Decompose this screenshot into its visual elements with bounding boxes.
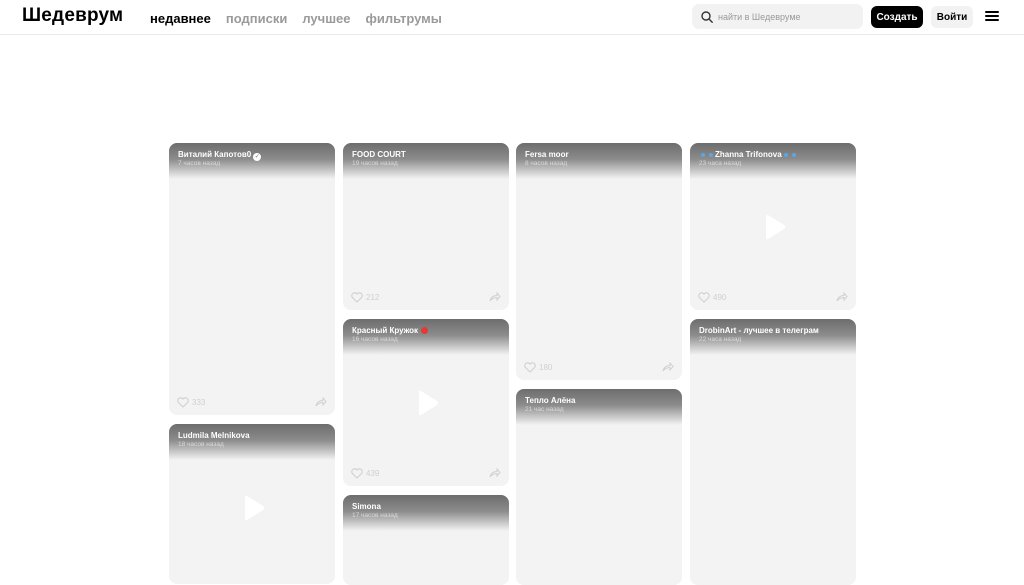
like-count: 439 <box>366 468 380 478</box>
feed-card[interactable]: Ludmila Melnikova 18 часов назад <box>169 424 335 584</box>
feed-card[interactable]: Красный Кружок 16 часов назад 439 <box>343 319 509 486</box>
nav-tab-filters[interactable]: фильтрумы <box>366 11 442 26</box>
red-circle-icon <box>421 327 429 334</box>
like-button[interactable]: 180 <box>524 361 553 373</box>
search-input[interactable] <box>718 11 858 22</box>
card-author[interactable]: FOOD COURT <box>352 150 406 159</box>
card-time: 21 час назад <box>525 406 564 413</box>
like-button[interactable]: 439 <box>351 467 380 479</box>
feed-card[interactable]: Виталий Капотов0 ✓ 7 часов назад 333 <box>169 143 335 415</box>
play-icon[interactable] <box>411 388 441 418</box>
feed-card[interactable]: Simona 17 часов назад <box>343 495 509 585</box>
like-count: 212 <box>366 292 380 302</box>
search-icon <box>701 10 713 23</box>
feed-card[interactable]: FOOD COURT 19 часов назад 212 <box>343 143 509 310</box>
card-time: 19 часов назад <box>352 160 398 167</box>
nav-tab-recent[interactable]: недавнее <box>150 11 211 26</box>
card-time: 17 часов назад <box>352 512 398 519</box>
site-logo[interactable]: Шедеврум <box>22 5 123 27</box>
like-count: 333 <box>192 397 206 407</box>
heart-icon <box>524 361 536 373</box>
like-count: 490 <box>713 292 727 302</box>
blue-dot-icon <box>791 153 796 157</box>
play-icon[interactable] <box>237 493 267 523</box>
card-author[interactable]: Zhanna Trifonova <box>699 150 798 159</box>
card-time: 8 часов назад <box>525 160 568 167</box>
top-header: Шедеврум недавнее подписки лучшее фильтр… <box>0 0 1024 35</box>
like-count: 180 <box>539 362 553 372</box>
feed-card[interactable]: DrobinArt - лучшее в телеграм 22 часа на… <box>690 319 856 585</box>
main-nav: недавнее подписки лучшее фильтрумы <box>150 11 442 26</box>
card-time: 22 часа назад <box>699 336 742 343</box>
heart-icon <box>177 396 189 408</box>
blue-dot-icon <box>783 153 788 157</box>
card-author[interactable]: DrobinArt - лучшее в телеграм <box>699 326 819 335</box>
card-author[interactable]: Ludmila Melnikova <box>178 431 250 440</box>
nav-tab-subscriptions[interactable]: подписки <box>226 11 287 26</box>
verified-badge-icon: ✓ <box>253 153 262 161</box>
create-button[interactable]: Создать <box>871 6 923 28</box>
heart-icon <box>351 291 363 303</box>
heart-icon <box>351 467 363 479</box>
card-time: 16 часов назад <box>352 336 398 343</box>
card-time: 7 часов назад <box>178 160 221 167</box>
feed-card[interactable]: Тепло Алёна 21 час назад <box>516 389 682 585</box>
search-box[interactable] <box>692 4 863 29</box>
card-author[interactable]: Simona <box>352 502 381 511</box>
card-time: 18 часов назад <box>178 441 224 448</box>
card-author[interactable]: Красный Кружок <box>352 326 429 335</box>
card-author[interactable]: Fersa moor <box>525 150 569 159</box>
like-button[interactable]: 333 <box>177 396 206 408</box>
blue-dot-icon <box>709 153 713 157</box>
share-icon[interactable] <box>315 397 327 407</box>
share-icon[interactable] <box>489 468 501 478</box>
blue-dot-icon <box>701 153 705 157</box>
play-icon[interactable] <box>758 212 788 242</box>
card-author[interactable]: Тепло Алёна <box>525 396 575 405</box>
like-button[interactable]: 490 <box>698 291 727 303</box>
nav-tab-best[interactable]: лучшее <box>302 11 350 26</box>
heart-icon <box>698 291 710 303</box>
feed-card[interactable]: Fersa moor 8 часов назад 180 <box>516 143 682 380</box>
share-icon[interactable] <box>489 292 501 302</box>
share-icon[interactable] <box>662 362 674 372</box>
hamburger-menu-icon[interactable] <box>985 11 999 23</box>
card-time: 23 часа назад <box>699 160 742 167</box>
feed-card[interactable]: Zhanna Trifonova 23 часа назад 490 <box>690 143 856 310</box>
login-button[interactable]: Войти <box>931 6 973 28</box>
share-icon[interactable] <box>836 292 848 302</box>
like-button[interactable]: 212 <box>351 291 380 303</box>
